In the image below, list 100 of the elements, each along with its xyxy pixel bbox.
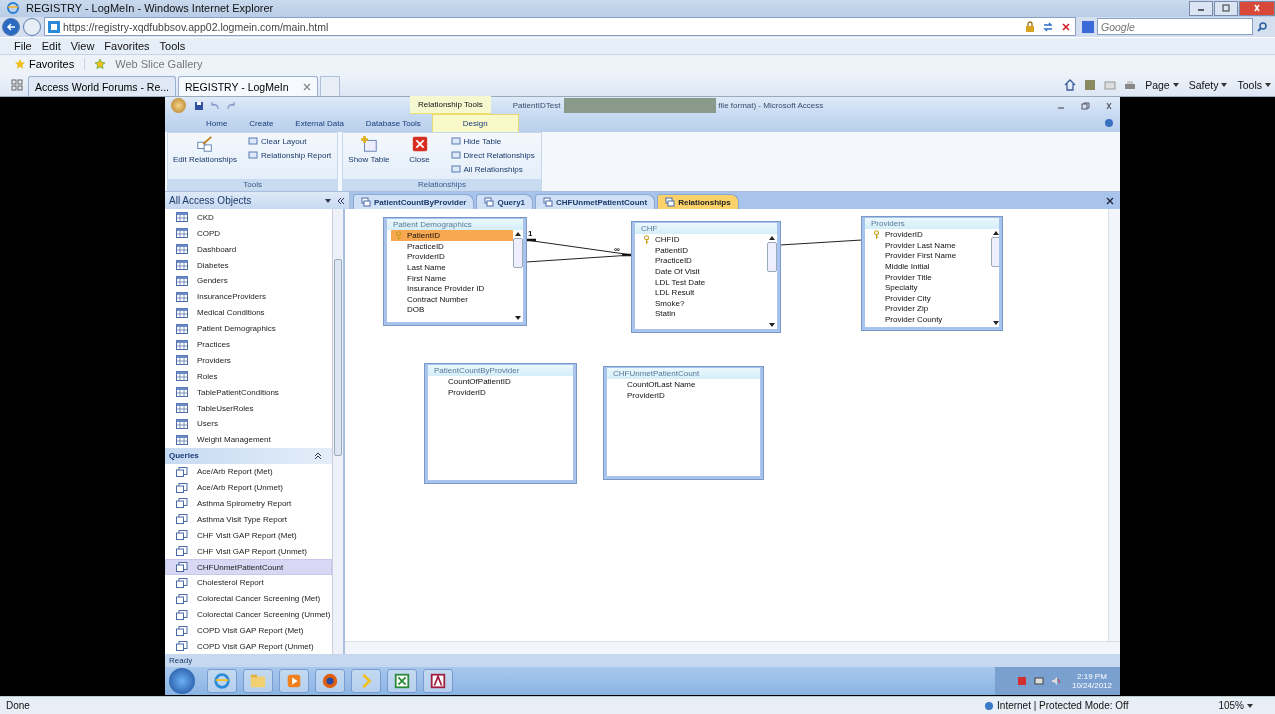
collapse-icon[interactable]: [314, 451, 322, 460]
add-favorite-icon[interactable]: [94, 57, 107, 70]
menu-item[interactable]: File: [14, 39, 32, 52]
home-icon[interactable]: [1064, 79, 1077, 92]
field-name[interactable]: Statin: [639, 308, 761, 320]
nav-item[interactable]: Colorectal Cancer Screening (Met): [165, 590, 332, 607]
field-name[interactable]: Provider County: [869, 314, 991, 325]
table-window[interactable]: Providers ProviderID Provider Last Name Provider First Name Middle Initial Provider Title Specialty Provider City Provider Zip Provider County: [862, 217, 1002, 331]
search-provider-icon[interactable]: [1082, 20, 1094, 33]
security-zone[interactable]: Internet | Protected Mode: Off: [997, 700, 1129, 712]
field-name[interactable]: CountOfLast Name: [611, 379, 733, 391]
field-name[interactable]: ProviderID: [391, 251, 513, 263]
relationship-line[interactable]: [779, 239, 863, 246]
field-name[interactable]: LDL Result: [639, 287, 761, 299]
document-tab[interactable]: Query1: [476, 194, 534, 210]
maximize-button[interactable]: [1214, 0, 1238, 16]
dropdown-arrow-icon[interactable]: [325, 198, 331, 203]
nav-item[interactable]: COPD Visit GAP Report (Unmet): [165, 638, 332, 655]
scroll-bar[interactable]: [1108, 209, 1120, 642]
nav-item[interactable]: Diabetes: [165, 257, 332, 274]
save-icon[interactable]: [194, 100, 204, 111]
nav-item[interactable]: Asthma Spirometry Report: [165, 495, 332, 512]
ribbon-tab[interactable]: Create: [238, 114, 285, 133]
menu-item[interactable]: Favorites: [104, 39, 150, 52]
field-name[interactable]: DOB: [391, 304, 513, 316]
nav-item[interactable]: Patient Demographics: [165, 320, 332, 337]
document-tab[interactable]: Relationships: [657, 194, 739, 210]
group-header[interactable]: Queries: [165, 447, 332, 464]
field-name[interactable]: Last Name: [391, 262, 513, 273]
printer-icon[interactable]: [1124, 79, 1137, 92]
command-menu[interactable]: Safety: [1188, 79, 1228, 92]
scroll-bar[interactable]: [332, 209, 343, 655]
field-name[interactable]: Specialty: [869, 282, 991, 294]
nav-item[interactable]: Medical Conditions: [165, 304, 332, 321]
field-name[interactable]: PatientID: [391, 230, 513, 242]
help-icon[interactable]: [1104, 118, 1114, 129]
field-name[interactable]: Contract Number: [391, 294, 513, 305]
ribbon-button[interactable]: Relationship Report: [244, 149, 336, 162]
table-window[interactable]: CHFUnmetPatientCount CountOfLast Name ProviderID: [604, 367, 763, 480]
database-icon[interactable]: [423, 669, 453, 694]
folder-icon[interactable]: [243, 669, 273, 694]
start-button[interactable]: [169, 668, 195, 695]
field-name[interactable]: Middle Initial: [869, 261, 991, 272]
undo-icon[interactable]: [210, 100, 220, 111]
scroll-bar[interactable]: [345, 641, 1120, 655]
nav-item[interactable]: Ace/Arb Report (Unmet): [165, 479, 332, 496]
search-icon[interactable]: [1256, 20, 1268, 33]
office-button[interactable]: [171, 98, 186, 114]
forward-button[interactable]: [23, 17, 41, 36]
close-icon[interactable]: [1106, 196, 1114, 205]
ribbon-tab[interactable]: Home: [195, 114, 239, 133]
nav-item[interactable]: Asthma Visit Type Report: [165, 511, 332, 528]
field-name[interactable]: Provider Title: [869, 271, 991, 283]
field-name[interactable]: Smoke?: [639, 298, 761, 309]
nav-item[interactable]: CHFUnmetPatientCount: [165, 559, 332, 575]
table-window[interactable]: Patient Demographics PatientID PracticeID ProviderID Last Name First Name Insurance Provider ID Contract Number DOB: [384, 218, 526, 326]
command-menu[interactable]: Page: [1145, 79, 1179, 92]
nav-item[interactable]: COPD: [165, 225, 332, 242]
ribbon-button[interactable]: All Relationships: [446, 163, 539, 176]
ribbon-button[interactable]: Close: [396, 135, 443, 178]
stop-icon[interactable]: [1060, 20, 1072, 33]
field-name[interactable]: PracticeID: [391, 241, 513, 252]
nav-item[interactable]: Providers: [165, 352, 332, 369]
ribbon-tab[interactable]: Design: [431, 114, 519, 133]
field-name[interactable]: Date Of Visit: [639, 266, 761, 277]
relationship-line[interactable]: [525, 254, 633, 263]
media-player-icon[interactable]: [279, 669, 309, 694]
table-window[interactable]: PatientCountByProvider CountOfPatientID ProviderID: [425, 364, 576, 484]
feed-icon[interactable]: [1084, 79, 1097, 92]
back-button[interactable]: [2, 17, 20, 36]
field-name[interactable]: Provider Last Name: [869, 240, 991, 251]
close-button[interactable]: [1239, 0, 1275, 16]
nav-item[interactable]: Colorectal Cancer Screening (Unmet): [165, 606, 332, 623]
nav-item[interactable]: COPD Visit GAP Report (Met): [165, 622, 332, 639]
nav-item[interactable]: CHF Visit GAP Report (Met): [165, 527, 332, 544]
address-field[interactable]: https://registry-xqdfubbsov.app02.logmein.com/main.html: [44, 17, 1076, 37]
restore-button[interactable]: [1080, 101, 1090, 110]
field-name[interactable]: ProviderID: [611, 390, 733, 401]
ribbon-button[interactable]: Show Table: [345, 135, 393, 178]
favorites-button[interactable]: Favorites: [12, 57, 86, 70]
nav-item[interactable]: Genders: [165, 273, 332, 289]
nav-item[interactable]: Dashboard: [165, 241, 332, 258]
network-icon[interactable]: [1033, 676, 1044, 687]
quick-tabs-icon[interactable]: [11, 79, 23, 92]
spreadsheet-icon[interactable]: [387, 669, 417, 694]
search-field[interactable]: Google: [1097, 18, 1253, 36]
ribbon-button[interactable]: Direct Relationships: [446, 149, 539, 162]
menu-item[interactable]: Edit: [41, 39, 61, 52]
nav-item[interactable]: Ace/Arb Report (Met): [165, 463, 332, 480]
nav-item[interactable]: CHF Visit GAP Report (Unmet): [165, 543, 332, 560]
ribbon-tab[interactable]: Database Tools: [354, 114, 432, 133]
field-name[interactable]: Provider City: [869, 293, 991, 304]
ribbon-button[interactable]: Clear Layout: [244, 135, 336, 148]
menu-item[interactable]: View: [70, 39, 95, 52]
minimize-button[interactable]: [1189, 0, 1213, 16]
table-window[interactable]: CHF CHFID PatientID PracticeID Date Of Visit LDL Test Date LDL Result Smoke? Statin: [632, 222, 780, 333]
ribbon-button[interactable]: Hide Table: [446, 135, 539, 148]
nav-item[interactable]: InsuranceProviders: [165, 288, 332, 305]
nav-item[interactable]: CKD: [165, 209, 332, 226]
new-tab-button[interactable]: [319, 76, 340, 97]
